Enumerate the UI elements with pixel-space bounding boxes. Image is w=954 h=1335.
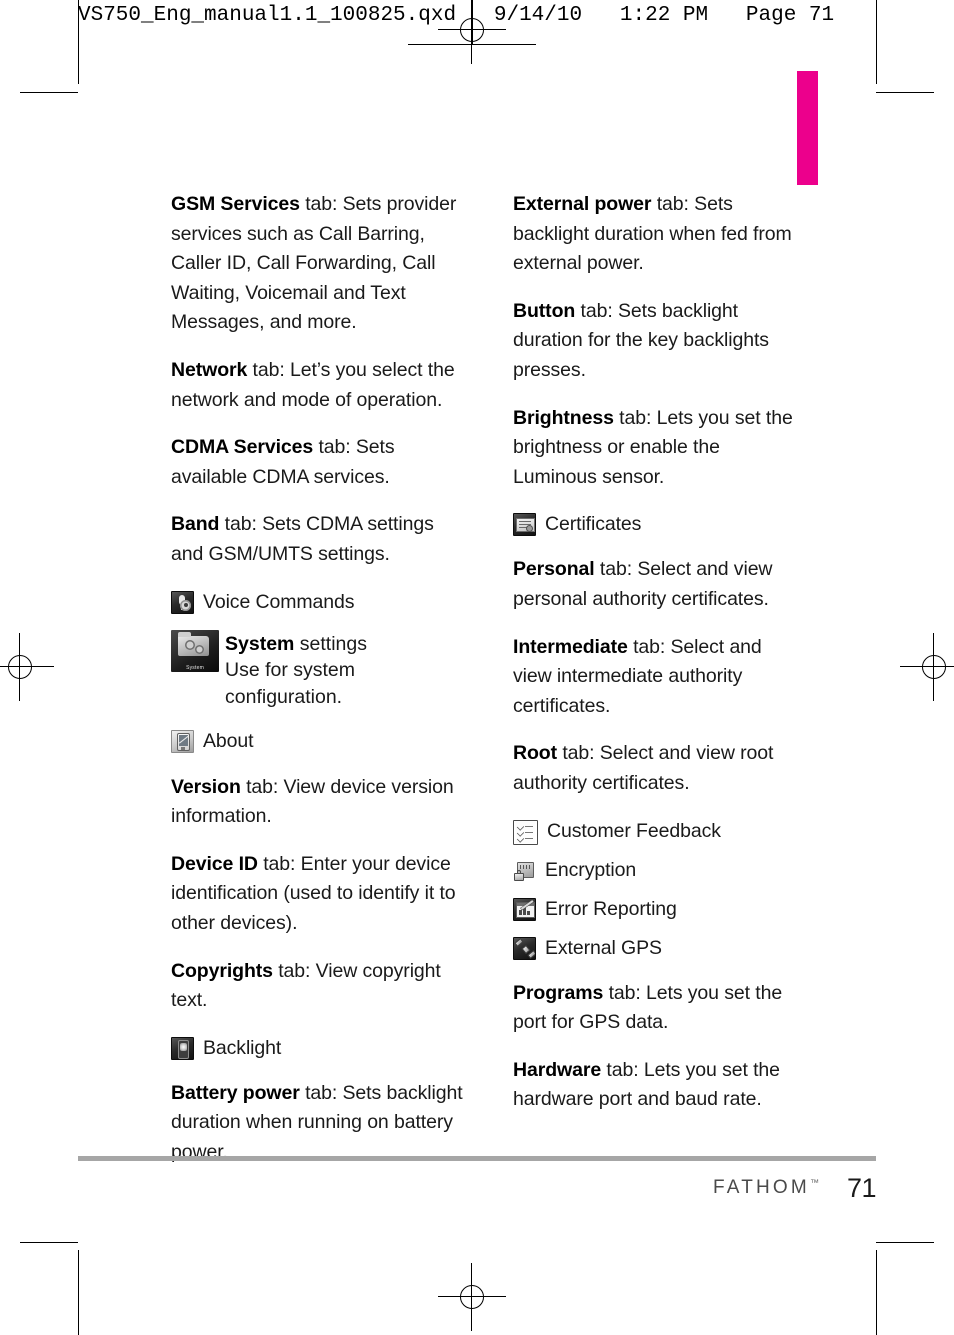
list-item-voice-commands: Voice Commands (171, 588, 463, 616)
paragraph-cdma-services: CDMA Services tab: Sets available CDMA s… (171, 433, 463, 492)
term-label: Battery power (171, 1081, 300, 1104)
brand-text: FATHOM (712, 1177, 810, 1198)
list-item-external-gps: External GPS (513, 934, 805, 962)
term-label: Copyrights (171, 959, 273, 982)
error-reporting-icon (513, 897, 536, 921)
term-label: Version (171, 775, 241, 798)
trademark-symbol: ™ (809, 1177, 819, 1188)
encryption-icon (513, 858, 536, 882)
list-item-label: External GPS (545, 936, 662, 959)
paragraph-device-id: Device ID tab: Enter your device identif… (171, 850, 463, 939)
paragraph-version: Version tab: View device version informa… (171, 773, 463, 832)
paragraph-button: Button tab: Sets backlight duration for … (513, 297, 805, 386)
page-number: 71 (846, 1172, 877, 1203)
paragraph-hardware: Hardware tab: Lets you set the hardware … (513, 1056, 805, 1115)
registration-ring-icon (460, 18, 484, 42)
registration-ring-icon (922, 655, 946, 679)
term-label: Personal (513, 558, 595, 581)
list-item-label: Error Reporting (545, 897, 677, 920)
term-label: Root (513, 742, 557, 765)
paragraph-brightness: Brightness tab: Lets you set the brightn… (513, 404, 805, 493)
list-item-label: Encryption (545, 858, 637, 881)
term-label: CDMA Services (171, 436, 314, 459)
term-label: Button (513, 299, 576, 322)
term-label: External power (513, 193, 652, 215)
list-item-label: Certificates (545, 513, 642, 536)
paragraph-copyrights: Copyrights tab: View copyright text. (171, 957, 463, 1016)
term-label: Device ID (171, 852, 258, 875)
term-label: System (225, 632, 295, 655)
paragraph-gsm-services: GSM Services tab: Sets provider services… (171, 190, 463, 338)
fathom-brand-wordmark: FATHOM™ (713, 1177, 819, 1199)
list-item-label: Backlight (203, 1036, 282, 1059)
term-label: Hardware (513, 1058, 602, 1081)
term-label: Programs (513, 981, 604, 1004)
list-item-label: Voice Commands (203, 590, 355, 613)
paragraph-programs: Programs tab: Lets you set the port for … (513, 979, 805, 1038)
term-label: GSM Services (171, 193, 300, 215)
term-body: settings (294, 632, 367, 655)
paragraph-battery-power: Battery power tab: Sets backlight durati… (171, 1079, 463, 1168)
voice-commands-icon (171, 590, 194, 614)
list-item-error-reporting: Error Reporting (513, 895, 805, 923)
system-folder-icon: System (171, 629, 219, 672)
list-item-sub-label: Use for system configuration. (225, 658, 356, 708)
footer-divider (78, 1156, 876, 1161)
term-label: Band (171, 513, 220, 536)
list-item-encryption: Encryption (513, 856, 805, 884)
page-footer: FATHOM™ 71 (78, 1168, 877, 1208)
customer-feedback-icon (513, 819, 538, 845)
list-item-certificates: Certificates (513, 510, 805, 538)
page-content: GSM Services tab: Sets provider services… (0, 0, 954, 1335)
left-column: GSM Services tab: Sets provider services… (171, 190, 463, 1167)
right-column: External power tab: Sets backlight durat… (513, 190, 805, 1115)
paragraph-intermediate: Intermediate tab: Select and view interm… (513, 633, 805, 722)
term-label: Intermediate (513, 635, 628, 658)
list-item-backlight: Backlight (171, 1034, 463, 1062)
about-device-icon (171, 729, 194, 753)
paragraph-root: Root tab: Select and view root authority… (513, 739, 805, 798)
term-label: Brightness (513, 406, 614, 429)
registration-ring-icon (8, 655, 32, 679)
certificates-icon (513, 513, 536, 537)
paragraph-external-power: External power tab: Sets backlight durat… (513, 190, 805, 279)
registration-ring-icon (460, 1285, 484, 1309)
list-item-about: About (171, 727, 463, 755)
system-folder-icon-caption: System (186, 664, 204, 671)
paragraph-network: Network tab: Let’s you select the networ… (171, 356, 463, 415)
list-item-label: Customer Feedback (547, 819, 721, 842)
list-item-customer-feedback: Customer Feedback (513, 817, 805, 845)
backlight-icon (171, 1036, 194, 1060)
paragraph-band: Band tab: Sets CDMA settings and GSM/UMT… (171, 510, 463, 569)
paragraph-personal: Personal tab: Select and view personal a… (513, 555, 805, 614)
external-gps-icon (513, 936, 536, 960)
list-item-text-block: System settings Use for system configura… (225, 630, 463, 711)
list-item-label: About (203, 729, 254, 752)
list-item-system-settings: System System settings Use for system co… (171, 629, 463, 711)
term-label: Network (171, 358, 248, 381)
